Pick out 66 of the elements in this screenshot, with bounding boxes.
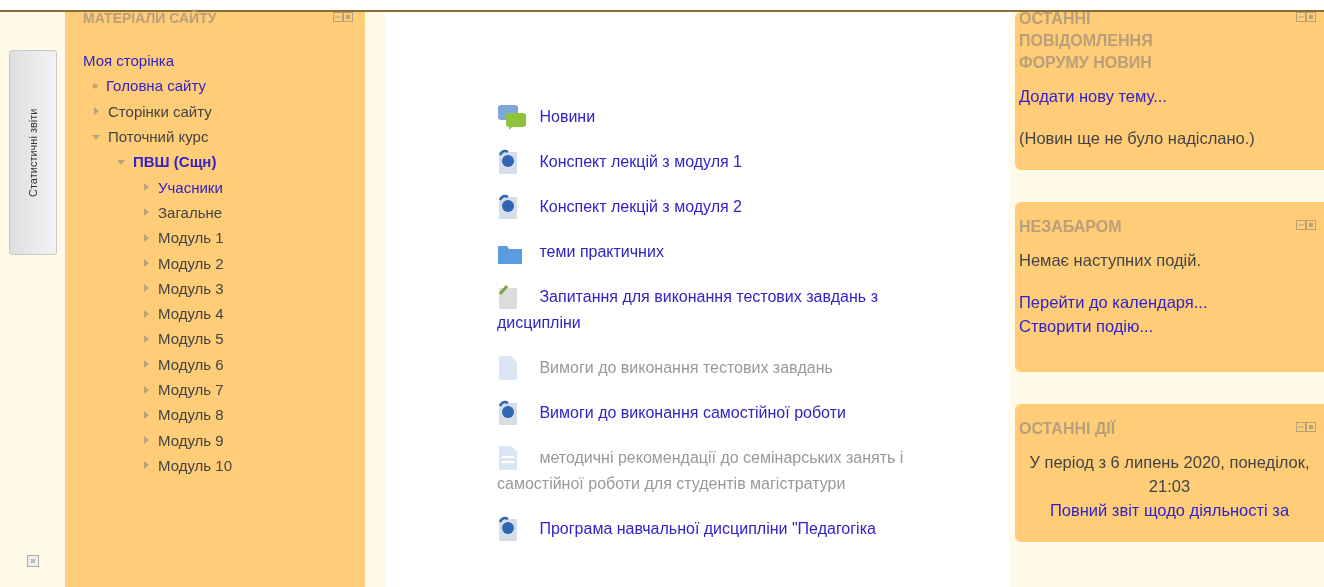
collapsed-arrow-icon[interactable] bbox=[142, 284, 150, 293]
nav-item[interactable]: Загальне bbox=[158, 203, 223, 221]
block-link[interactable]: Повний звіт щодо діяльності за bbox=[1019, 498, 1320, 522]
nav-item[interactable]: Модуль 9 bbox=[158, 431, 224, 449]
dock-icon[interactable] bbox=[26, 555, 39, 567]
block-controls-icon[interactable] bbox=[1296, 422, 1316, 432]
text-file-icon bbox=[497, 445, 519, 471]
collapsed-arrow-icon[interactable] bbox=[142, 183, 150, 192]
nav-link[interactable]: ПВШ (Сщн) bbox=[133, 153, 217, 171]
folder-icon bbox=[497, 243, 523, 265]
activity-link[interactable]: теми практичних bbox=[497, 239, 927, 265]
nav-item[interactable]: Модуль 10 bbox=[158, 456, 233, 474]
block-link[interactable]: Створити подію... bbox=[1019, 314, 1320, 338]
activity-link[interactable]: Новини bbox=[497, 104, 927, 130]
activity-link[interactable]: Конспект лекцій з модуля 1 bbox=[497, 149, 927, 175]
block-controls-icon[interactable] bbox=[1296, 12, 1316, 22]
document-icon bbox=[497, 400, 519, 426]
collapsed-arrow-icon[interactable] bbox=[142, 334, 150, 343]
bullet-icon bbox=[92, 82, 98, 89]
nav-item[interactable]: Модуль 2 bbox=[158, 254, 224, 272]
nav-item[interactable]: Модуль 7 bbox=[158, 381, 224, 398]
page-icon bbox=[497, 355, 519, 381]
expanded-arrow-icon[interactable] bbox=[117, 157, 125, 166]
document-icon bbox=[497, 149, 519, 175]
block-title: ОСТАННІ ПОВІДОМЛЕННЯ ФОРУМУ НОВИН bbox=[1019, 9, 1154, 73]
pencil-document-icon bbox=[497, 284, 519, 310]
block-controls-icon[interactable] bbox=[1296, 220, 1316, 230]
expanded-arrow-icon[interactable] bbox=[92, 132, 100, 141]
nav-link[interactable]: Головна сайту bbox=[106, 77, 206, 95]
block-text: (Новин ще не було надіслано.) bbox=[1019, 128, 1256, 149]
document-icon bbox=[497, 194, 519, 220]
nav-item[interactable]: Модуль 4 bbox=[158, 305, 224, 323]
block-title: НЕЗАБАРОМ bbox=[1019, 217, 1122, 237]
nav-item[interactable]: Модуль 6 bbox=[158, 355, 224, 373]
collapsed-arrow-icon[interactable] bbox=[142, 436, 150, 445]
document-icon bbox=[497, 516, 519, 542]
collapsed-arrow-icon[interactable] bbox=[142, 461, 150, 470]
collapsed-arrow-icon[interactable] bbox=[142, 385, 150, 394]
nav-link[interactable]: Учасники bbox=[158, 178, 223, 196]
nav-item[interactable]: Модуль 3 bbox=[158, 279, 224, 297]
block-title: ОСТАННІ ДІЇ bbox=[1019, 419, 1116, 439]
nav-link[interactable]: Моя сторінка bbox=[83, 52, 175, 70]
collapsed-arrow-icon[interactable] bbox=[92, 107, 100, 116]
block-controls-icon[interactable] bbox=[333, 12, 353, 22]
activity-link[interactable]: Запитання для виконання тестових завдань з дисципліни bbox=[497, 284, 927, 336]
activity-link[interactable]: Вимоги до виконання самостійної роботи bbox=[497, 400, 927, 426]
chat-bubbles-icon bbox=[497, 104, 527, 130]
block-link[interactable]: Перейти до календаря... bbox=[1019, 290, 1320, 314]
block-text: У період з 6 липень 2020, понеділок, 21:03 bbox=[1028, 452, 1311, 497]
collapsed-arrow-icon[interactable] bbox=[142, 309, 150, 318]
activity-link[interactable]: Програма навчальної дисципліни "Педагогіка bbox=[497, 516, 927, 542]
activity-link[interactable]: Конспект лекцій з модуля 2 bbox=[497, 194, 927, 220]
collapsed-arrow-icon[interactable] bbox=[142, 208, 150, 217]
block-link[interactable]: Додати нову тему... bbox=[1019, 84, 1320, 108]
nav-item[interactable]: Поточний курс bbox=[108, 128, 209, 146]
nav-item[interactable]: Модуль 1 bbox=[158, 229, 224, 247]
side-tab[interactable]: Статистичні звіти bbox=[8, 50, 57, 255]
block-text: Немає наступних подій. bbox=[1019, 250, 1203, 271]
collapsed-arrow-icon[interactable] bbox=[142, 233, 150, 242]
collapsed-arrow-icon[interactable] bbox=[142, 360, 150, 369]
collapsed-arrow-icon[interactable] bbox=[142, 259, 150, 267]
collapsed-arrow-icon[interactable] bbox=[142, 410, 150, 419]
nav-item[interactable]: Модуль 5 bbox=[158, 330, 224, 348]
nav-item[interactable]: Сторінки сайту bbox=[108, 102, 212, 120]
nav-item[interactable]: Модуль 8 bbox=[158, 406, 224, 424]
block-title: МАТЕРІАЛИ САЙТУ bbox=[83, 8, 217, 28]
